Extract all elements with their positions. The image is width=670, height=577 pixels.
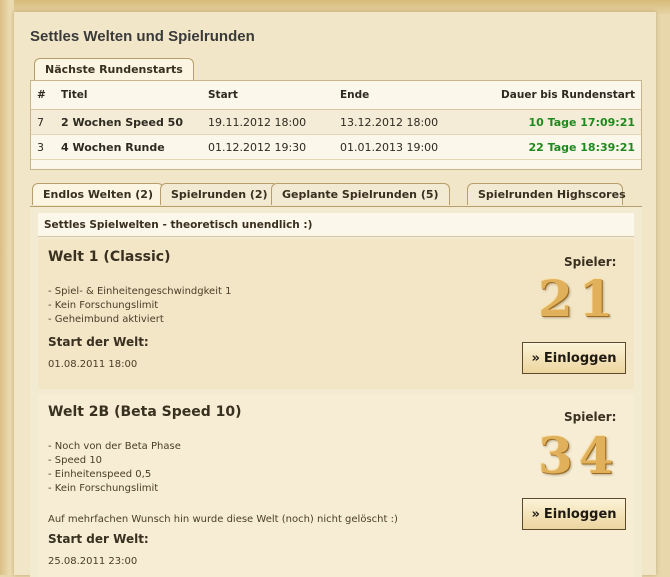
col-header-number: # xyxy=(31,81,55,110)
next-rounds-box: # Titel Start Ende Dauer bis Rundenstart… xyxy=(30,80,642,170)
round-countdown: 22 Tage 18:39:21 xyxy=(466,134,641,160)
main-panel: Settles Welten und Spielrunden Nächste R… xyxy=(14,12,656,577)
world-start-label: Start der Welt: xyxy=(48,532,149,546)
list-item: - Noch von der Beta Phase xyxy=(48,441,181,452)
login-button-label: Einloggen xyxy=(543,507,617,522)
double-arrow-icon: » xyxy=(531,507,540,522)
double-arrow-icon: » xyxy=(531,351,540,366)
tab-next-round-starts[interactable]: Nächste Rundenstarts xyxy=(34,58,194,80)
page-title: Settles Welten und Spielrunden xyxy=(30,28,255,45)
col-header-title: Titel xyxy=(55,81,202,110)
world-name: Welt 1 (Classic) xyxy=(48,249,171,265)
world-start-date: 25.08.2011 23:00 xyxy=(48,556,138,567)
worlds-subtitle: Settles Spielwelten - theoretisch unendl… xyxy=(38,213,634,237)
col-header-countdown: Dauer bis Rundenstart xyxy=(466,81,641,110)
world-feature-list: - Spiel- & Einheitengeschwindgkeit 1 - K… xyxy=(48,285,231,327)
next-rounds-table: # Titel Start Ende Dauer bis Rundenstart… xyxy=(31,81,641,160)
tab-planned-rounds[interactable]: Geplante Spielrunden (5) xyxy=(271,183,450,205)
login-button[interactable]: » Einloggen xyxy=(522,498,626,530)
round-number: 3 xyxy=(31,134,55,160)
table-row: 7 2 Wochen Speed 50 19.11.2012 18:00 13.… xyxy=(31,109,641,135)
list-item: - Spiel- & Einheitengeschwindgkeit 1 xyxy=(48,286,232,297)
world-start-date: 01.08.2011 18:00 xyxy=(48,359,138,370)
players-count: 34 xyxy=(538,426,620,485)
world-name: Welt 2B (Beta Speed 10) xyxy=(48,404,242,420)
list-item: - Geheimbund aktiviert xyxy=(48,314,164,325)
round-start: 19.11.2012 18:00 xyxy=(202,109,334,135)
tab-game-rounds[interactable]: Spielrunden (2) xyxy=(160,183,279,205)
world-card: Welt 1 (Classic) - Spiel- & Einheitenges… xyxy=(38,239,634,389)
round-end: 13.12.2012 18:00 xyxy=(334,109,466,135)
players-label: Spieler: xyxy=(564,410,617,424)
table-row: 3 4 Wochen Runde 01.12.2012 19:30 01.01.… xyxy=(31,134,641,160)
tab-round-highscores[interactable]: Spielrunden Highscores xyxy=(467,183,626,205)
round-title: 4 Wochen Runde xyxy=(55,134,202,160)
list-item: - Kein Forschungslimit xyxy=(48,483,159,494)
round-end: 01.01.2013 19:00 xyxy=(334,134,466,160)
list-item: - Einheitenspeed 0,5 xyxy=(48,469,152,480)
world-feature-list: - Noch von der Beta Phase - Speed 10 - E… xyxy=(48,440,181,496)
col-header-start: Start xyxy=(202,81,334,110)
round-title: 2 Wochen Speed 50 xyxy=(55,109,202,135)
world-start-label: Start der Welt: xyxy=(48,335,149,349)
players-count: 21 xyxy=(538,269,620,328)
list-item: - Kein Forschungslimit xyxy=(48,300,159,311)
round-number: 7 xyxy=(31,109,55,135)
table-header-row: # Titel Start Ende Dauer bis Rundenstart xyxy=(31,81,641,110)
list-item: - Speed 10 xyxy=(48,455,103,466)
round-start: 01.12.2012 19:30 xyxy=(202,134,334,160)
tab-endless-worlds[interactable]: Endlos Welten (2) xyxy=(32,183,164,205)
login-button[interactable]: » Einloggen xyxy=(522,342,626,374)
col-header-end: Ende xyxy=(334,81,466,110)
round-countdown: 10 Tage 17:09:21 xyxy=(466,109,641,135)
world-card: Welt 2B (Beta Speed 10) - Noch von der B… xyxy=(38,394,634,577)
world-note: Auf mehrfachen Wunsch hin wurde diese We… xyxy=(48,514,398,525)
login-button-label: Einloggen xyxy=(543,351,617,366)
parchment-left-edge xyxy=(0,0,14,575)
players-label: Spieler: xyxy=(564,255,617,269)
worlds-box: Settles Spielwelten - theoretisch unendl… xyxy=(30,206,642,577)
